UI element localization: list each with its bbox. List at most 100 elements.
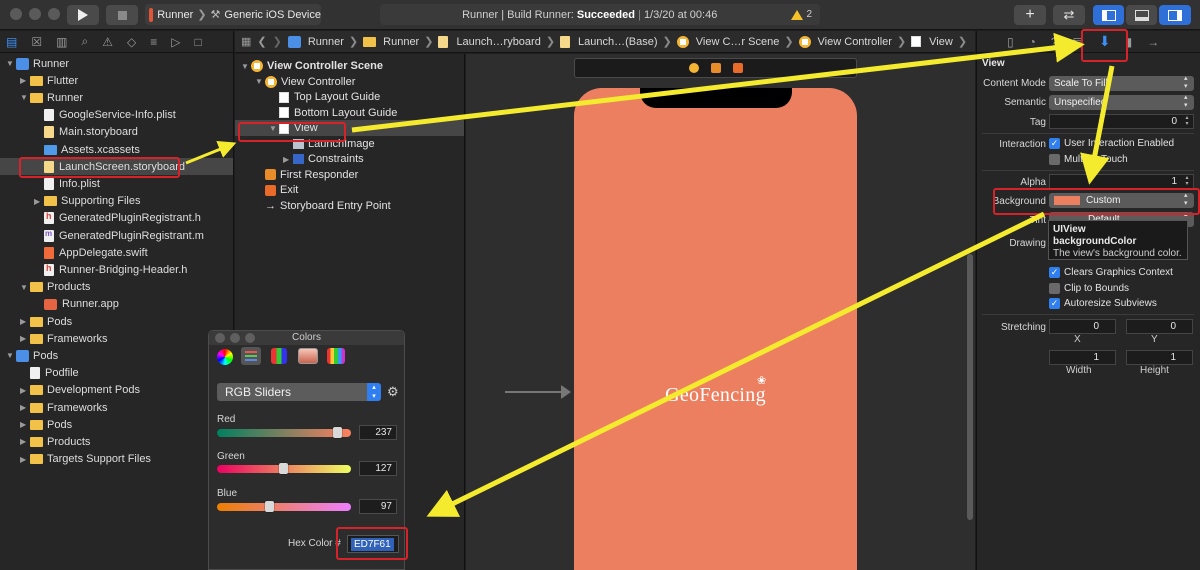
history-icon[interactable]: ◔ <box>1029 35 1036 49</box>
disclosure-icon[interactable]: ▼ <box>241 62 251 71</box>
warning-indicator[interactable]: 2 <box>791 9 812 20</box>
disclosure-icon[interactable]: ▶ <box>283 155 293 164</box>
green-value-field[interactable]: 127 <box>359 461 397 476</box>
related-items-icon[interactable]: ▦ <box>241 35 251 48</box>
find-icon[interactable]: ⌕ <box>81 34 88 49</box>
panel-close-button[interactable] <box>215 333 225 343</box>
file-tree-row[interactable]: ▼ Runner <box>0 55 233 72</box>
breakpoint-icon[interactable]: ▷ <box>171 35 180 49</box>
file-tree-row[interactable]: Main.storyboard <box>0 124 233 141</box>
file-tree-row[interactable]: ▼ Pods <box>0 347 233 364</box>
sliders-icon[interactable] <box>241 347 261 365</box>
green-slider-track[interactable] <box>217 463 351 474</box>
breadcrumb-item[interactable]: Runner <box>363 36 419 48</box>
outline-row[interactable]: ▶ Constraints <box>235 151 464 167</box>
breadcrumb-item[interactable]: Launch…ryboard <box>438 35 541 48</box>
panel-zoom-button[interactable] <box>245 333 255 343</box>
breadcrumb-item[interactable]: View <box>911 36 953 48</box>
disclosure-icon[interactable]: ▼ <box>6 59 16 68</box>
disclosure-icon[interactable]: ▶ <box>20 437 30 446</box>
image-palettes-icon[interactable] <box>298 348 318 364</box>
toggle-navigator-button[interactable] <box>1093 5 1124 25</box>
file-tree-row[interactable]: AppDelegate.swift <box>0 244 233 261</box>
test-icon[interactable]: ◇ <box>127 35 136 49</box>
file-tree-row[interactable]: ▶ Frameworks <box>0 399 233 416</box>
file-tree-row[interactable]: ▶ Pods <box>0 313 233 330</box>
file-tree-row[interactable]: GeneratedPluginRegistrant.m <box>0 227 233 244</box>
exit-icon[interactable] <box>732 63 743 73</box>
symbol-icon[interactable]: ▥ <box>56 35 67 49</box>
blue-slider-thumb[interactable] <box>264 501 274 512</box>
breadcrumb-item[interactable]: View Controller <box>798 35 892 48</box>
file-tree-row[interactable]: Podfile <box>0 365 233 382</box>
stretch-height-field[interactable]: 1 <box>1126 350 1193 365</box>
disclosure-icon[interactable]: ▶ <box>20 334 30 343</box>
semantic-popup[interactable]: Unspecified <box>1049 94 1194 110</box>
content-mode-popup[interactable]: Scale To Fill <box>1049 75 1194 91</box>
alpha-field[interactable]: 1 <box>1049 174 1194 189</box>
disclosure-icon[interactable]: ▼ <box>20 93 30 102</box>
run-button[interactable] <box>67 5 99 25</box>
outline-row[interactable]: Bottom Layout Guide <box>235 105 464 121</box>
file-tree-row[interactable]: ▶ Pods <box>0 416 233 433</box>
breadcrumb-item[interactable]: Runner <box>287 35 344 48</box>
disclosure-icon[interactable]: ▶ <box>20 403 30 412</box>
crayons-icon[interactable] <box>327 348 345 364</box>
clears-graphics-checkbox[interactable]: ✓ <box>1049 267 1060 278</box>
panel-minimize-button[interactable] <box>230 333 240 343</box>
file-tree-row[interactable]: Runner-Bridging-Header.h <box>0 261 233 278</box>
red-value-field[interactable]: 237 <box>359 425 397 440</box>
disclosure-icon[interactable]: ▼ <box>6 351 16 360</box>
canvas-scrollbar[interactable] <box>967 254 973 520</box>
outline-row[interactable]: ▼ View Controller <box>235 74 464 90</box>
color-mode-popup[interactable]: RGB Sliders ▴ ▾ <box>217 383 381 401</box>
file-tree-row[interactable]: ▶ Development Pods <box>0 382 233 399</box>
clip-to-bounds-checkbox[interactable] <box>1049 283 1060 294</box>
forward-icon[interactable]: ❯ <box>273 35 282 48</box>
file-tree-row[interactable]: ▶ Flutter <box>0 72 233 89</box>
launch-screen-view[interactable]: GeoFencing ❀ <box>574 88 857 570</box>
file-tree-row[interactable]: GoogleService-Info.plist <box>0 107 233 124</box>
disclosure-icon[interactable]: ▼ <box>255 77 265 86</box>
tag-stepper[interactable]: ▴ ▾ <box>1183 115 1191 128</box>
view-controller-icon[interactable] <box>688 63 699 73</box>
green-slider-thumb[interactable] <box>279 463 289 474</box>
file-tree-row[interactable]: ▼ Runner <box>0 89 233 106</box>
file-inspector-icon[interactable]: ▯ <box>1007 35 1014 49</box>
stretch-width-field[interactable]: 1 <box>1049 350 1116 365</box>
report-icon[interactable]: □ <box>194 35 201 49</box>
quick-help-icon[interactable]: ? <box>1051 35 1058 49</box>
file-tree-row[interactable]: ▶ Products <box>0 433 233 450</box>
connections-icon[interactable]: → <box>1147 35 1159 49</box>
first-responder-icon[interactable] <box>710 63 721 73</box>
folder-icon[interactable]: ▤ <box>6 35 17 49</box>
breadcrumb-item[interactable]: Launch…(Base) <box>560 35 658 48</box>
debug-icon[interactable]: ≡ <box>150 35 157 49</box>
blue-value-field[interactable]: 97 <box>359 499 397 514</box>
palettes-icon[interactable] <box>271 348 287 364</box>
alpha-stepper[interactable]: ▴ ▾ <box>1183 175 1191 188</box>
window-minimize-button[interactable] <box>29 8 41 20</box>
outline-row[interactable]: ▼ View Controller Scene <box>235 58 464 74</box>
outline-row[interactable]: Top Layout Guide <box>235 89 464 105</box>
user-interaction-checkbox[interactable]: ✓ <box>1049 138 1060 149</box>
red-slider-track[interactable] <box>217 427 351 438</box>
tag-field[interactable]: 0 <box>1049 114 1194 129</box>
file-tree-row[interactable]: ▶ Targets Support Files <box>0 451 233 468</box>
source-control-icon[interactable]: ☒ <box>31 35 42 49</box>
breadcrumb-item[interactable]: View C…r Scene <box>676 35 779 48</box>
code-review-button[interactable]: ⇄ <box>1053 5 1085 25</box>
disclosure-icon[interactable]: ▶ <box>34 197 44 206</box>
color-wheel-icon[interactable] <box>217 349 233 365</box>
library-button[interactable]: + <box>1014 5 1046 25</box>
window-zoom-button[interactable] <box>48 8 60 20</box>
file-tree-row[interactable]: GeneratedPluginRegistrant.h <box>0 210 233 227</box>
disclosure-icon[interactable]: ▶ <box>20 420 30 429</box>
storyboard-entry-arrow[interactable] <box>505 385 571 399</box>
outline-row[interactable]: Exit <box>235 182 464 198</box>
autoresize-checkbox[interactable]: ✓ <box>1049 298 1060 309</box>
gear-icon[interactable]: ⚙ <box>387 384 399 400</box>
scheme-selector[interactable]: Runner ❯ ⚒ Generic iOS Device <box>145 4 321 25</box>
blue-slider-track[interactable] <box>217 501 351 512</box>
disclosure-icon[interactable]: ▶ <box>20 455 30 464</box>
